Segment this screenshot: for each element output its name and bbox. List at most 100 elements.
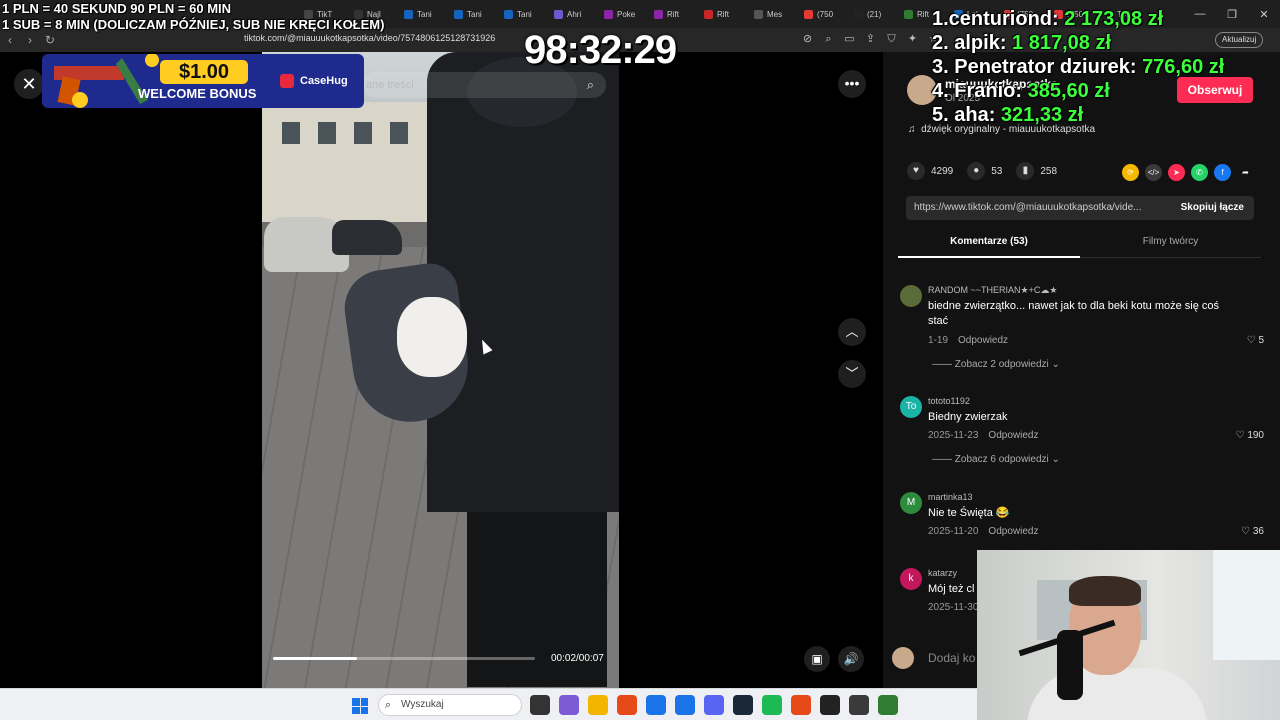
browser-tab[interactable]: Rift <box>700 3 750 25</box>
url-field[interactable]: tiktok.com/@miauuukotkapsotka/video/7574… <box>244 33 495 43</box>
send-icon[interactable]: ➤ <box>1168 164 1185 181</box>
no-tracking-icon[interactable]: ⊘ <box>800 32 815 47</box>
facebook-icon[interactable]: f <box>1214 164 1231 181</box>
reply-button[interactable]: Odpowiedz <box>988 526 1038 537</box>
share-arrow-icon[interactable]: ➦ <box>1237 164 1254 181</box>
taskbar-app-icon[interactable] <box>617 695 637 715</box>
copy-link-button[interactable]: Skopiuj łącze <box>1181 202 1244 213</box>
brave-shield-icon[interactable]: ⛉ <box>884 32 899 47</box>
save-button[interactable]: ▮ 258 <box>1016 162 1057 180</box>
back-icon[interactable]: ‹ <box>0 33 20 47</box>
reply-button[interactable]: Odpowiedz <box>958 335 1008 346</box>
taskbar-app-icon[interactable] <box>849 695 869 715</box>
leaderboard-name: 1.centuriond: <box>932 8 1065 30</box>
browser-tab-label: Ahri <box>567 9 582 19</box>
next-video-button[interactable]: ﹀ <box>838 360 866 388</box>
leaderboard-amount: 321,33 zł <box>1000 104 1084 126</box>
forward-icon[interactable]: › <box>20 33 40 47</box>
browser-tab[interactable]: (750 <box>800 3 850 25</box>
taskbar-app-icon[interactable] <box>820 695 840 715</box>
search-icon[interactable]: ⌕ <box>587 72 594 98</box>
comment-author[interactable]: RANDOM ~~THERIAN★+C☁★ <box>928 285 1057 296</box>
windows-start-icon[interactable] <box>352 698 368 714</box>
browser-tab[interactable]: Mes <box>750 3 800 25</box>
picture-in-picture-button[interactable]: ▣ <box>804 646 830 672</box>
volume-icon: 🔊 <box>843 652 859 666</box>
comment-avatar[interactable]: To <box>900 396 922 418</box>
casehug-promo-banner: $1.00 WELCOME BONUS CaseHug <box>42 54 364 108</box>
view-replies-label: Zobacz 2 odpowiedzi <box>954 359 1049 370</box>
view-replies-button[interactable]: —— Zobacz 6 odpowiedzi ⌄ <box>932 454 1060 465</box>
taskbar-app-icon[interactable] <box>878 695 898 715</box>
taskbar-app-icon[interactable] <box>791 695 811 715</box>
comment-author[interactable]: martinka13 <box>928 492 973 502</box>
taskbar-app-icon[interactable] <box>530 695 550 715</box>
video-player[interactable] <box>262 52 619 688</box>
browser-tab[interactable]: Rift <box>650 3 700 25</box>
embed-icon[interactable]: </> <box>1145 164 1162 181</box>
comment-like-button[interactable]: ♡ 5 <box>1247 335 1264 346</box>
comment-like-count: 190 <box>1247 430 1264 441</box>
browser-tab[interactable]: Poke <box>600 3 650 25</box>
browser-tab[interactable]: (21) <box>850 3 900 25</box>
close-video-button[interactable]: ✕ <box>14 69 44 99</box>
taskbar-app-icon[interactable] <box>733 695 753 715</box>
comment-avatar[interactable] <box>900 285 922 307</box>
browser-tab[interactable]: Tani <box>450 3 500 25</box>
minimize-icon[interactable]: — <box>1184 0 1216 28</box>
browser-tab-label: Tani <box>467 9 482 19</box>
view-replies-button[interactable]: —— Zobacz 2 odpowiedzi ⌄ <box>932 359 1060 370</box>
taskbar-app-icon[interactable] <box>675 695 695 715</box>
comment-avatar[interactable]: k <box>900 568 922 590</box>
taskbar-app-icon[interactable] <box>588 695 608 715</box>
subathon-timer: 98:32:29 <box>524 28 677 72</box>
taskbar-app-icon[interactable] <box>559 695 579 715</box>
close-window-icon[interactable]: ✕ <box>1248 0 1280 28</box>
update-button[interactable]: Aktualizuj <box>1215 32 1264 48</box>
comment-text: Biedny zwierzak <box>928 411 1008 423</box>
comment-button[interactable]: ● 53 <box>967 162 1002 180</box>
tab-comments[interactable]: Komentarze (53) <box>898 230 1080 258</box>
share-link-box: https://www.tiktok.com/@miauuukotkapsotk… <box>906 196 1254 220</box>
follow-button[interactable]: Obserwuj <box>1177 77 1253 103</box>
leaderboard-name: 3. Penetrator dziurek: <box>932 56 1143 78</box>
reply-button[interactable]: Odpowiedz <box>988 430 1038 441</box>
tab-creator-videos[interactable]: Filmy twórcy <box>1080 230 1261 258</box>
share-link[interactable]: https://www.tiktok.com/@miauuukotkapsotk… <box>914 202 1169 213</box>
browser-tab-label: (750 <box>817 9 834 19</box>
reload-icon[interactable]: ↻ <box>40 33 60 47</box>
browser-tab[interactable]: Tani <box>400 3 450 25</box>
zoom-icon[interactable]: ⌕ <box>821 32 836 47</box>
previous-video-button[interactable]: ︿ <box>838 318 866 346</box>
like-button[interactable]: ♥ 4299 <box>907 162 953 180</box>
close-icon: ✕ <box>21 73 37 94</box>
browser-tab[interactable]: Ahri <box>550 3 600 25</box>
cast-icon[interactable]: ▭ <box>842 32 857 47</box>
taskbar-app-icon[interactable] <box>704 695 724 715</box>
volume-button[interactable]: 🔊 <box>838 646 864 672</box>
search-input[interactable]: ane treści ⌕ <box>362 72 606 98</box>
taskbar-search[interactable]: ⌕ Wyszukaj <box>378 694 522 716</box>
comment-like-count: 36 <box>1252 526 1264 537</box>
extension-icon[interactable]: ✦ <box>905 32 920 47</box>
comment-author[interactable]: tototo1192 <box>928 396 970 406</box>
taskbar-app-icon[interactable] <box>762 695 782 715</box>
whatsapp-icon[interactable]: ✆ <box>1191 164 1208 181</box>
video-window <box>354 122 372 144</box>
video-white-cat <box>397 297 467 377</box>
webcam-microphone <box>1057 630 1083 700</box>
comment-like-button[interactable]: ♡ 36 <box>1241 526 1264 537</box>
more-options-button[interactable]: ••• <box>838 70 866 98</box>
repost-icon[interactable]: ⟳ <box>1122 164 1139 181</box>
maximize-icon[interactable]: ❐ <box>1216 0 1248 28</box>
video-progress-bar[interactable] <box>273 657 535 660</box>
comment-like-button[interactable]: ♡ 190 <box>1236 430 1264 441</box>
share-page-icon[interactable]: ⇪ <box>863 32 878 47</box>
comment-like-count: 5 <box>1258 335 1264 346</box>
browser-tab[interactable]: Tani <box>500 3 550 25</box>
taskbar-app-icon[interactable] <box>646 695 666 715</box>
pip-icon: ▣ <box>811 652 823 666</box>
streamer-webcam <box>977 550 1280 720</box>
comment-avatar[interactable]: M <box>900 492 922 514</box>
comment-author[interactable]: katarzy <box>928 568 957 578</box>
